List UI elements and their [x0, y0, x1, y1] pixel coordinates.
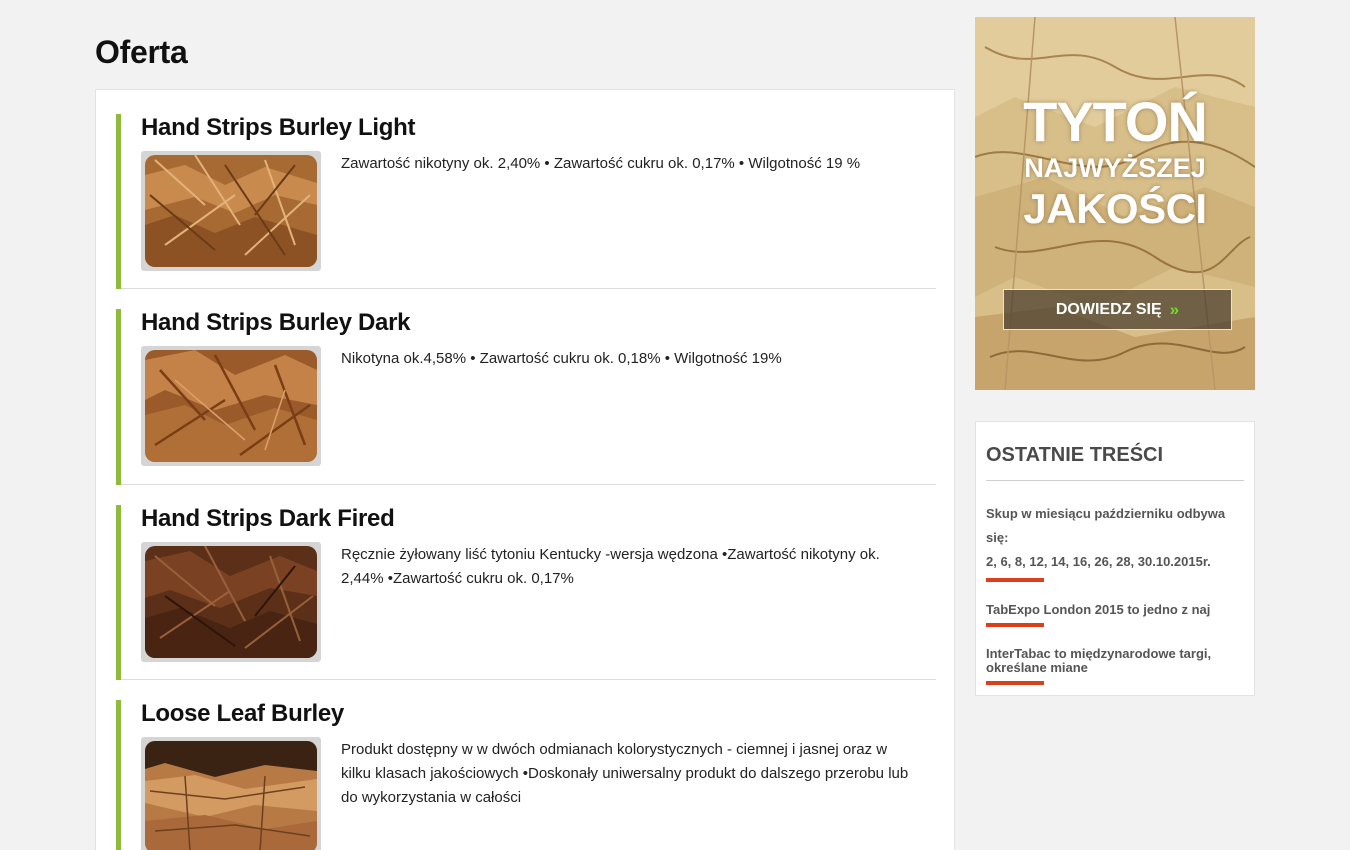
product-description: Zawartość nikotyny ok. 2,40% • Zawartość…: [341, 155, 861, 172]
recent-post-link[interactable]: InterTabac to międzynarodowe targi, okre…: [986, 646, 1226, 685]
product-title-link[interactable]: Hand Strips Dark Fired: [141, 505, 395, 533]
banner-headline: TYTOŃ: [1023, 90, 1208, 153]
product-item: Loose Leaf Burley Produkt dostępny w w d…: [116, 700, 936, 850]
divider: [121, 288, 936, 289]
product-title-link[interactable]: Loose Leaf Burley: [141, 700, 344, 728]
recent-post-title: InterTabac to międzynarodowe targi, okre…: [986, 646, 1212, 675]
product-image[interactable]: [141, 346, 321, 466]
recent-post-title: TabExpo London 2015 to jedno z naj: [986, 602, 1211, 617]
divider: [121, 679, 936, 680]
product-title-link[interactable]: Hand Strips Burley Dark: [141, 309, 410, 337]
post-underline: [986, 578, 1044, 582]
recent-post-link[interactable]: TabExpo London 2015 to jedno z naj: [986, 602, 1226, 627]
recent-post-title-line2: 2, 6, 8, 12, 14, 16, 26, 28, 30.10.2015r…: [986, 554, 1211, 569]
offer-list: Hand Strips Burley Light Zawartość nikot…: [95, 89, 955, 850]
post-underline: [986, 681, 1044, 685]
recent-posts-heading: OSTATNIE TREŚCI: [986, 444, 1164, 466]
product-description: Nikotyna ok.4,58% • Zawartość cukru ok. …: [341, 350, 782, 367]
product-item: Hand Strips Dark Fired Ręcznie żyłowany …: [116, 505, 936, 680]
product-item: Hand Strips Burley Light Zawartość nikot…: [116, 114, 936, 289]
product-image[interactable]: [141, 542, 321, 662]
product-item: Hand Strips Burley Dark Nikotyna ok.4,58…: [116, 309, 936, 485]
accent-bar: [116, 309, 121, 485]
product-description: Ręcznie żyłowany liść tytoniu Kentucky -…: [341, 546, 880, 587]
post-underline: [986, 623, 1044, 627]
accent-bar: [116, 700, 121, 850]
product-image[interactable]: [141, 151, 321, 271]
recent-post-title: Skup w miesiącu październiku odbywa się:: [986, 506, 1226, 545]
accent-bar: [116, 505, 121, 680]
double-chevron-right-icon: »: [1169, 299, 1180, 319]
learn-more-label: DOWIEDZ SIĘ: [1055, 300, 1162, 318]
product-description: Produkt dostępny w w dwóch odmianach kol…: [341, 741, 909, 806]
product-image[interactable]: [141, 737, 321, 850]
product-title-link[interactable]: Hand Strips Burley Light: [141, 114, 415, 142]
page-title: Oferta: [95, 34, 188, 70]
recent-post-link[interactable]: Skup w miesiącu październiku odbywa się:…: [986, 502, 1226, 582]
banner-subheadline: NAJWYŻSZEJ: [1024, 153, 1206, 183]
promo-banner[interactable]: TYTOŃ NAJWYŻSZEJ JAKOŚCI DOWIEDZ SIĘ »: [975, 17, 1255, 390]
accent-bar: [116, 114, 121, 289]
banner-subheadline-2: JAKOŚCI: [1023, 185, 1207, 232]
recent-posts-widget: OSTATNIE TREŚCI Skup w miesiącu paździer…: [975, 421, 1255, 696]
divider: [121, 484, 936, 485]
learn-more-button[interactable]: DOWIEDZ SIĘ »: [1003, 289, 1232, 330]
divider: [986, 480, 1244, 481]
